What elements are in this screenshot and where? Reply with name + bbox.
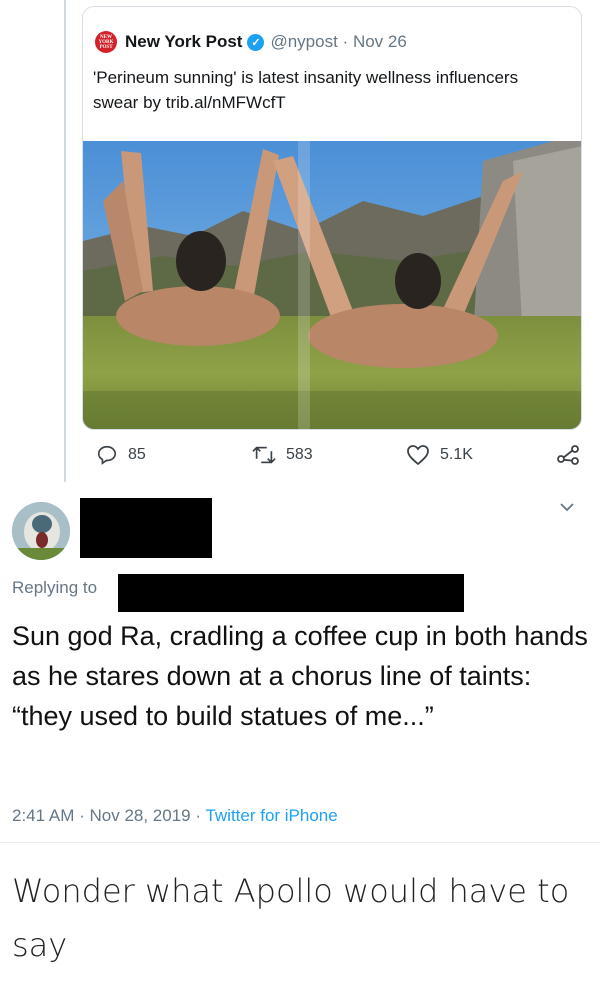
quoted-author-name[interactable]: New York Post bbox=[125, 32, 242, 52]
replying-to-label: Replying to bbox=[12, 578, 98, 597]
quoted-tweet-text: 'Perineum sunning' is latest insanity we… bbox=[93, 68, 519, 112]
redacted-author-name bbox=[80, 498, 212, 558]
meme-caption: Wonder what Apollo would have to say bbox=[12, 872, 570, 964]
divider bbox=[0, 842, 600, 843]
avatar[interactable] bbox=[12, 502, 70, 560]
quoted-tweet-photo[interactable] bbox=[83, 141, 581, 429]
avatar-image-icon bbox=[12, 502, 70, 560]
reply-tweet-text: Sun god Ra, cradling a coffee cup in bot… bbox=[12, 621, 588, 731]
dot-separator: · bbox=[190, 806, 206, 825]
retweet-icon bbox=[252, 446, 276, 464]
retweet-action[interactable]: 583 bbox=[252, 444, 313, 466]
reply-tweet-meta: 2:41 AM · Nov 28, 2019 · Twitter for iPh… bbox=[12, 806, 338, 826]
dot-separator: · bbox=[337, 32, 353, 51]
like-count: 5.1K bbox=[440, 446, 473, 463]
tweet-action-bar: 85 583 5.1K bbox=[0, 444, 600, 474]
redacted-replying-handle bbox=[118, 574, 464, 612]
quoted-tweet-header: NEW YORK POST New York Post ✓ @nypost · No… bbox=[95, 31, 407, 53]
reply-bubble-icon bbox=[97, 445, 117, 465]
page: NEW YORK POST New York Post ✓ @nypost · No… bbox=[0, 0, 600, 983]
nypost-logo-icon: NEW YORK POST bbox=[95, 31, 117, 53]
verified-badge-icon: ✓ bbox=[247, 33, 265, 51]
share-action[interactable] bbox=[556, 444, 590, 466]
thread-connector-line bbox=[64, 0, 66, 482]
quoted-tweet-card[interactable]: NEW YORK POST New York Post ✓ @nypost · No… bbox=[82, 6, 582, 430]
sunbathing-photo-illustration bbox=[83, 141, 581, 429]
retweet-count: 583 bbox=[286, 446, 313, 463]
reply-action[interactable]: 85 bbox=[96, 444, 146, 466]
dot-separator: · bbox=[74, 806, 90, 825]
tweet-time[interactable]: 2:41 AM bbox=[12, 806, 74, 825]
quoted-tweet-date[interactable]: Nov 26 bbox=[353, 32, 407, 52]
tweet-source-link[interactable]: Twitter for iPhone bbox=[205, 806, 337, 825]
chevron-down-icon[interactable] bbox=[558, 500, 576, 519]
like-action[interactable]: 5.1K bbox=[406, 444, 473, 466]
reply-author-row bbox=[12, 494, 600, 564]
quoted-author-handle[interactable]: @nypost bbox=[270, 32, 337, 52]
tweet-date[interactable]: Nov 28, 2019 bbox=[89, 806, 190, 825]
share-icon bbox=[557, 445, 579, 465]
heart-icon bbox=[407, 445, 429, 466]
reply-count: 85 bbox=[128, 446, 146, 463]
